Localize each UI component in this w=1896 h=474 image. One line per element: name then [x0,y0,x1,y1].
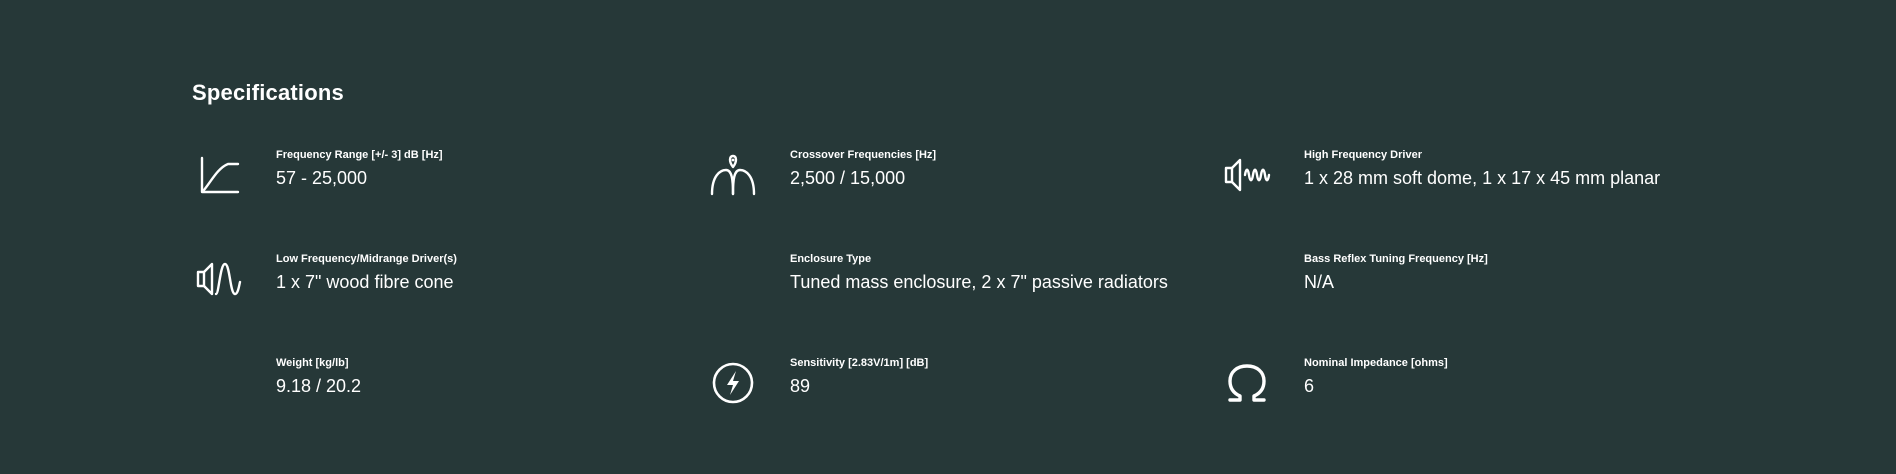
spec-weight: Weight [kg/lb] 9.18 / 20.2 [192,348,706,452]
spec-label: Crossover Frequencies [Hz] [790,149,937,161]
crossover-icon [706,148,760,202]
spec-label: Frequency Range [+/- 3] dB [Hz] [276,149,443,161]
spec-value: 6 [1304,376,1315,396]
spec-frequency-range: Frequency Range [+/- 3] dB [Hz] 57 - 25,… [192,140,706,244]
spec-label: Sensitivity [2.83V/1m] [dB] [790,357,929,369]
spec-enclosure-type: Enclosure Type Tuned mass enclosure, 2 x… [706,244,1220,348]
spec-label: Weight [kg/lb] [276,357,349,369]
section-title: Specifications [192,80,344,105]
low-frequency-driver-icon [192,252,246,306]
sensitivity-bolt-icon [706,356,760,410]
specs-grid: Frequency Range [+/- 3] dB [Hz] 57 - 25,… [192,140,1712,452]
spec-value: 2,500 / 15,000 [790,168,906,188]
spec-value: 57 - 25,000 [276,168,368,188]
spec-bass-reflex-tuning: Bass Reflex Tuning Frequency [Hz] N/A [1220,244,1712,348]
spec-high-frequency-driver: High Frequency Driver 1 x 28 mm soft dom… [1220,140,1712,244]
spec-label: Enclosure Type [790,253,872,265]
frequency-curve-icon [192,148,246,202]
spec-value: 89 [790,376,811,396]
spec-label: High Frequency Driver [1304,149,1422,161]
spec-label: Low Frequency/Midrange Driver(s) [276,253,457,265]
spec-label: Nominal Impedance [ohms] [1304,357,1448,369]
spec-value: 1 x 7" wood fibre cone [276,272,454,292]
spec-value: Tuned mass enclosure, 2 x 7" passive rad… [790,272,1168,292]
spec-nominal-impedance: Nominal Impedance [ohms] 6 [1220,348,1712,452]
spec-value: 1 x 28 mm soft dome, 1 x 17 x 45 mm plan… [1304,168,1661,188]
spec-crossover-frequencies: Crossover Frequencies [Hz] 2,500 / 15,00… [706,140,1220,244]
spec-value: N/A [1304,272,1335,292]
spec-sensitivity: Sensitivity [2.83V/1m] [dB] 89 [706,348,1220,452]
omega-impedance-icon [1220,356,1274,410]
high-frequency-driver-icon [1220,148,1274,202]
spec-label: Bass Reflex Tuning Frequency [Hz] [1304,253,1488,265]
spec-low-frequency-driver: Low Frequency/Midrange Driver(s) 1 x 7" … [192,244,706,348]
spec-value: 9.18 / 20.2 [276,376,362,396]
specifications-section: Specifications Frequency Range [+/- 3] d… [0,0,1896,474]
